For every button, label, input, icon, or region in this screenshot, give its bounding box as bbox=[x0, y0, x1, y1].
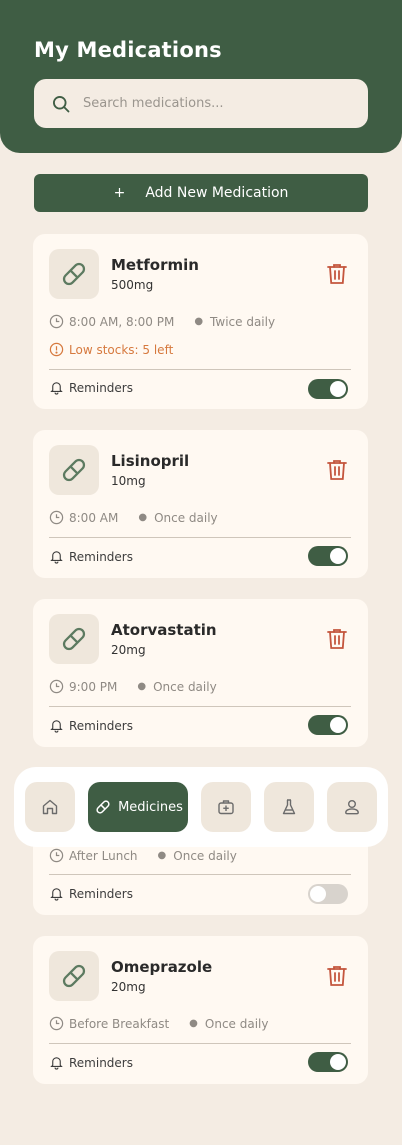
schedule-info: 8:00 AM ● Once daily bbox=[49, 510, 218, 525]
flask-icon bbox=[282, 799, 296, 815]
low-stock-warning: Low stocks: 5 left bbox=[49, 342, 173, 357]
profile-icon bbox=[345, 800, 359, 815]
divider bbox=[49, 369, 351, 370]
schedule-frequency: Twice daily bbox=[210, 314, 276, 329]
schedule-info: 9:00 PM ● Once daily bbox=[49, 679, 217, 694]
schedule-frequency: Once daily bbox=[153, 679, 217, 694]
nav-medicines-label: Medicines bbox=[118, 799, 183, 815]
search-icon bbox=[53, 95, 70, 112]
reminders-toggle[interactable] bbox=[308, 1052, 348, 1072]
schedule-frequency: Once daily bbox=[173, 848, 237, 863]
medication-card: Lisinopril 10mg 8:00 AM ● Once daily Rem… bbox=[33, 430, 368, 578]
pill-icon bbox=[96, 800, 110, 814]
reminders-label: Reminders bbox=[69, 718, 133, 733]
divider bbox=[49, 706, 351, 707]
clock-icon bbox=[49, 314, 64, 329]
medication-dose: 10mg bbox=[111, 474, 146, 488]
schedule-time: 8:00 AM, 8:00 PM bbox=[69, 314, 175, 329]
reminders-row: Reminders bbox=[49, 1055, 133, 1070]
bell-icon bbox=[50, 1057, 63, 1070]
plus-icon: + bbox=[113, 185, 126, 201]
clock-icon bbox=[49, 1016, 64, 1031]
divider bbox=[49, 537, 351, 538]
reminders-label: Reminders bbox=[69, 1055, 133, 1070]
schedule-info: 8:00 AM, 8:00 PM ● Twice daily bbox=[49, 314, 275, 329]
divider bbox=[49, 1043, 351, 1044]
reminders-row: Reminders bbox=[49, 718, 133, 733]
page-title: My Medications bbox=[34, 38, 222, 62]
schedule-info: Before Breakfast ● Once daily bbox=[49, 1016, 269, 1031]
medication-card: Atorvastatin 20mg 9:00 PM ● Once daily R… bbox=[33, 599, 368, 747]
nav-home[interactable] bbox=[25, 782, 75, 832]
add-medication-button[interactable]: + Add New Medication bbox=[34, 174, 368, 212]
schedule-time: Before Breakfast bbox=[69, 1016, 170, 1031]
reminders-label: Reminders bbox=[69, 549, 133, 564]
divider bbox=[49, 874, 351, 875]
trash-icon[interactable] bbox=[326, 627, 348, 651]
medication-name: Lisinopril bbox=[111, 452, 190, 470]
home-icon bbox=[42, 799, 58, 815]
clock-icon bbox=[49, 848, 64, 863]
bell-icon bbox=[50, 888, 63, 901]
medication-card: Metformin 500mg 8:00 AM, 8:00 PM ● Twice… bbox=[33, 234, 368, 409]
add-medication-label: Add New Medication bbox=[145, 185, 289, 201]
trash-icon[interactable] bbox=[326, 964, 348, 988]
pill-icon bbox=[49, 951, 99, 1001]
reminders-label: Reminders bbox=[69, 380, 133, 395]
medication-name: Omeprazole bbox=[111, 958, 213, 976]
search-placeholder: Search medications... bbox=[83, 96, 224, 111]
schedule-info: After Lunch ● Once daily bbox=[49, 848, 237, 863]
schedule-time: 9:00 PM bbox=[69, 679, 118, 694]
app-header: My Medications Search medications... bbox=[0, 0, 402, 153]
reminders-toggle[interactable] bbox=[308, 884, 348, 904]
reminders-toggle[interactable] bbox=[308, 546, 348, 566]
low-stock-text: Low stocks: 5 left bbox=[69, 342, 174, 357]
schedule-time: After Lunch bbox=[69, 848, 138, 863]
search-input[interactable]: Search medications... bbox=[34, 79, 368, 128]
bell-icon bbox=[50, 551, 63, 564]
reminders-row: Reminders bbox=[49, 549, 133, 564]
medication-name: Atorvastatin bbox=[111, 621, 217, 639]
medication-dose: 500mg bbox=[111, 278, 154, 292]
reminders-label: Reminders bbox=[69, 886, 133, 901]
info-icon bbox=[49, 342, 64, 357]
reminders-row: Reminders bbox=[49, 886, 133, 901]
schedule-frequency: Once daily bbox=[154, 510, 218, 525]
schedule-time: 8:00 AM bbox=[69, 510, 119, 525]
nav-lab[interactable] bbox=[264, 782, 314, 832]
medication-dose: 20mg bbox=[111, 643, 146, 657]
reminders-toggle[interactable] bbox=[308, 379, 348, 399]
reminders-row: Reminders bbox=[49, 380, 133, 395]
pill-icon bbox=[49, 614, 99, 664]
schedule-frequency: Once daily bbox=[204, 1016, 269, 1031]
pill-icon bbox=[49, 249, 99, 299]
nav-medicines[interactable]: Medicines bbox=[88, 782, 188, 832]
medical-kit-icon bbox=[218, 800, 234, 815]
clock-icon bbox=[49, 679, 64, 694]
medication-dose: 20mg bbox=[111, 980, 146, 994]
bell-icon bbox=[50, 720, 63, 733]
pill-icon bbox=[49, 445, 99, 495]
medication-card: Omeprazole 20mg Before Breakfast ● Once … bbox=[33, 936, 368, 1084]
bell-icon bbox=[50, 382, 63, 395]
trash-icon[interactable] bbox=[326, 458, 348, 482]
medication-name: Metformin bbox=[111, 256, 199, 274]
trash-icon[interactable] bbox=[326, 262, 348, 286]
reminders-toggle[interactable] bbox=[308, 715, 348, 735]
nav-profile[interactable] bbox=[327, 782, 377, 832]
nav-first-aid[interactable] bbox=[201, 782, 251, 832]
clock-icon bbox=[49, 510, 64, 525]
bottom-navigation: Medicines bbox=[14, 767, 388, 847]
